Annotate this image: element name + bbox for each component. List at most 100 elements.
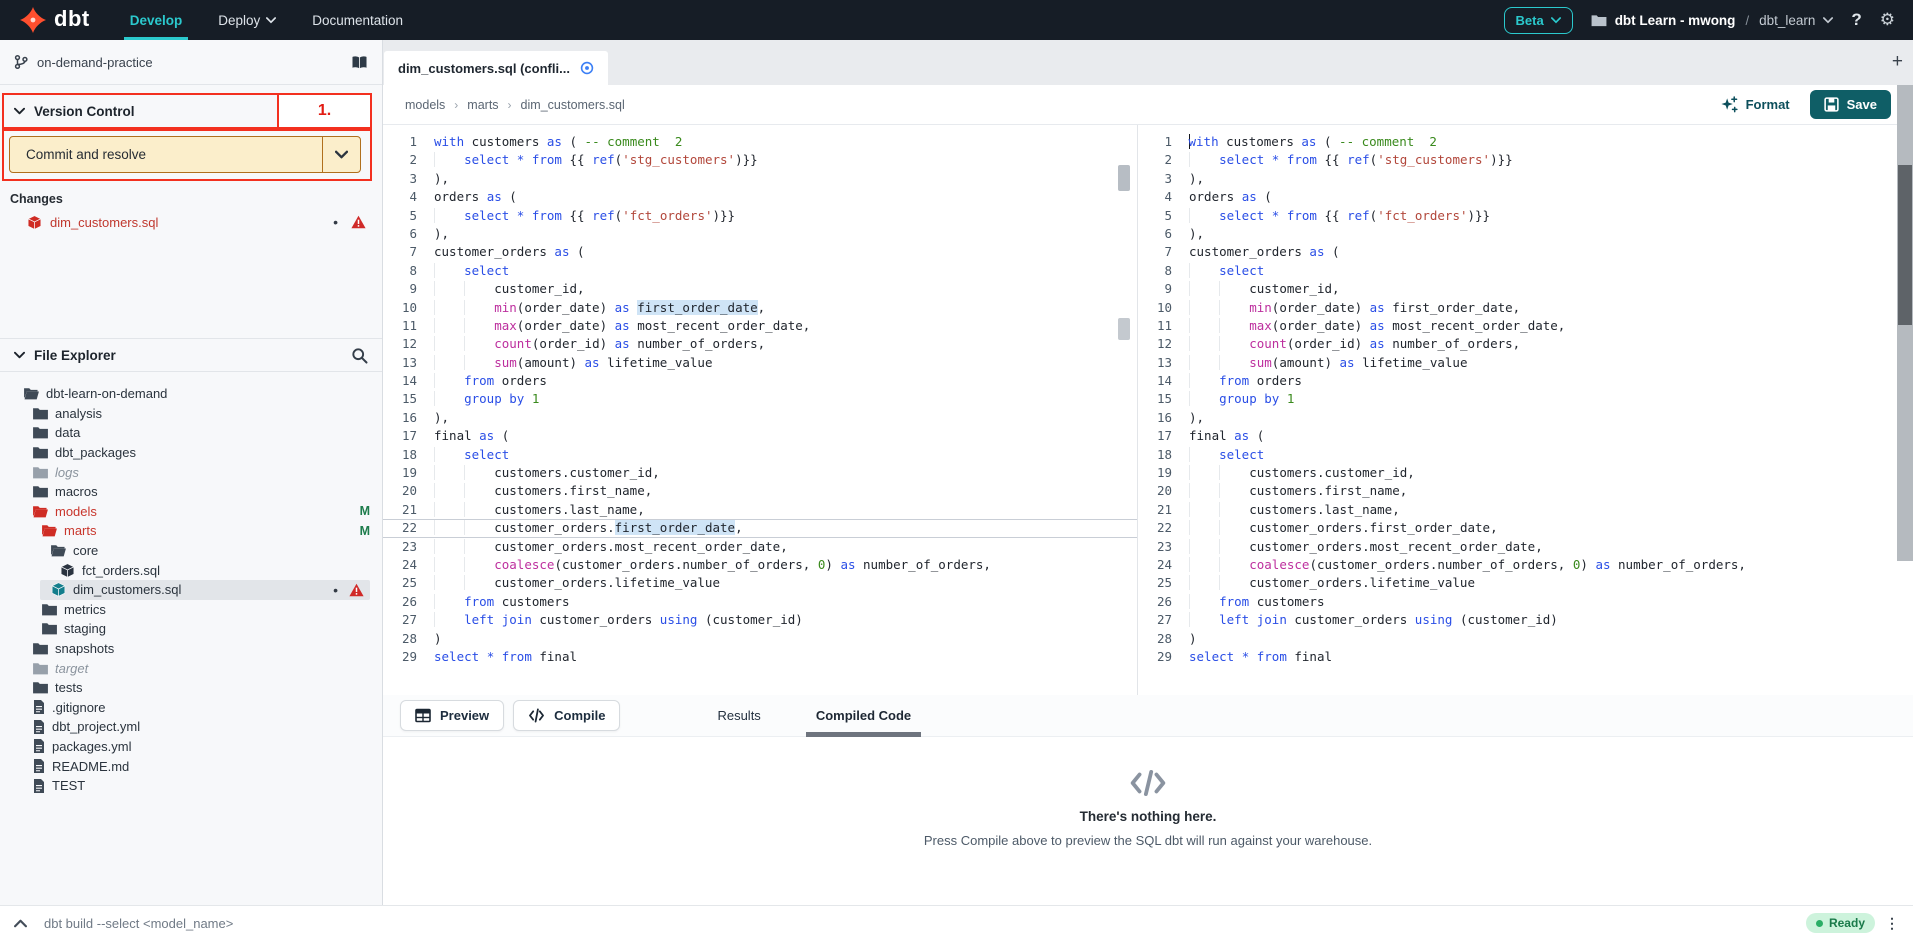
code-line-29[interactable]: 29select * from final [1138, 648, 1913, 666]
preview-button[interactable]: Preview [400, 700, 504, 731]
code-line-6[interactable]: 6), [383, 225, 1137, 243]
tree-folder-dbt-learn-on-demand[interactable]: dbt-learn-on-demand [0, 384, 382, 404]
code-line-13[interactable]: 13 sum(amount) as lifetime_value [383, 354, 1137, 372]
tree-file-dbt-project-yml[interactable]: dbt_project.yml [0, 717, 382, 737]
tree-folder-models[interactable]: modelsM [0, 502, 382, 522]
code-line-14[interactable]: 14 from orders [383, 372, 1137, 390]
tree-folder-logs[interactable]: logs [0, 462, 382, 482]
code-line-24[interactable]: 24 coalesce(customer_orders.number_of_or… [383, 556, 1137, 574]
code-line-24[interactable]: 24 coalesce(customer_orders.number_of_or… [1138, 556, 1913, 574]
tab-dim-customers[interactable]: dim_customers.sql (confli... [384, 51, 608, 85]
editor-pane-left[interactable]: 1with customers as ( -- comment 22 selec… [383, 125, 1137, 695]
commit-options-dropdown[interactable] [322, 137, 360, 172]
code-line-27[interactable]: 27 left join customer_orders using (cust… [1138, 611, 1913, 629]
code-line-26[interactable]: 26 from customers [383, 593, 1137, 611]
code-line-14[interactable]: 14 from orders [1138, 372, 1913, 390]
docs-book-icon[interactable] [351, 55, 368, 70]
command-input[interactable]: dbt build --select <model_name> [44, 916, 233, 931]
code-line-5[interactable]: 5 select * from {{ ref('fct_orders')}} [1138, 207, 1913, 225]
breadcrumb-item[interactable]: marts [467, 98, 498, 112]
code-line-25[interactable]: 25 customer_orders.lifetime_value [383, 574, 1137, 592]
code-line-10[interactable]: 10 min(order_date) as first_order_date, [1138, 299, 1913, 317]
code-line-12[interactable]: 12 count(order_id) as number_of_orders, [383, 335, 1137, 353]
code-line-21[interactable]: 21 customers.last_name, [383, 501, 1137, 519]
code-line-4[interactable]: 4orders as ( [1138, 188, 1913, 206]
code-line-23[interactable]: 23 customer_orders.most_recent_order_dat… [1138, 538, 1913, 556]
code-line-1[interactable]: 1with customers as ( -- comment 2 [383, 133, 1137, 151]
save-button[interactable]: Save [1810, 90, 1891, 119]
account-selector[interactable]: dbt Learn - mwong / dbt_learn [1591, 13, 1834, 28]
new-tab-button[interactable]: + [1892, 52, 1903, 71]
code-line-29[interactable]: 29select * from final [383, 648, 1137, 666]
code-line-16[interactable]: 16), [383, 409, 1137, 427]
vertical-scrollbar[interactable] [1897, 85, 1913, 561]
compile-button[interactable]: Compile [513, 700, 620, 731]
code-line-4[interactable]: 4orders as ( [383, 188, 1137, 206]
beta-dropdown[interactable]: Beta [1504, 7, 1573, 34]
tree-folder-snapshots[interactable]: snapshots [0, 639, 382, 659]
tree-folder-data[interactable]: data [0, 423, 382, 443]
file-explorer-header[interactable]: File Explorer [0, 338, 382, 372]
code-line-28[interactable]: 28) [383, 630, 1137, 648]
code-line-13[interactable]: 13 sum(amount) as lifetime_value [1138, 354, 1913, 372]
tree-file-fct-orders-sql[interactable]: fct_orders.sql [0, 560, 382, 580]
tab-compiled-code[interactable]: Compiled Code [806, 695, 921, 737]
code-line-19[interactable]: 19 customers.customer_id, [1138, 464, 1913, 482]
code-line-18[interactable]: 18 select [1138, 446, 1913, 464]
tree-folder-metrics[interactable]: metrics [0, 600, 382, 620]
chevron-up-icon[interactable] [14, 919, 27, 928]
breadcrumb-item[interactable]: models [405, 98, 445, 112]
nav-develop[interactable]: Develop [130, 0, 183, 40]
code-line-16[interactable]: 16), [1138, 409, 1913, 427]
code-line-6[interactable]: 6), [1138, 225, 1913, 243]
tree-file-readme-md[interactable]: README.md [0, 756, 382, 776]
code-line-18[interactable]: 18 select [383, 446, 1137, 464]
tree-file-dim-customers-sql[interactable]: dim_customers.sql• [0, 580, 382, 600]
code-line-2[interactable]: 2 select * from {{ ref('stg_customers')}… [383, 151, 1137, 169]
tree-folder-dbt-packages[interactable]: dbt_packages [0, 443, 382, 463]
kebab-menu-icon[interactable]: ⋮ [1885, 921, 1899, 925]
code-line-11[interactable]: 11 max(order_date) as most_recent_order_… [1138, 317, 1913, 335]
scrollbar-thumb[interactable] [1898, 165, 1912, 325]
code-line-8[interactable]: 8 select [1138, 262, 1913, 280]
code-line-22[interactable]: 22 customer_orders.first_order_date, [383, 519, 1137, 537]
tree-folder-staging[interactable]: staging [0, 619, 382, 639]
code-line-10[interactable]: 10 min(order_date) as first_order_date, [383, 299, 1137, 317]
tree-folder-tests[interactable]: tests [0, 678, 382, 698]
nav-deploy[interactable]: Deploy [218, 0, 276, 40]
tree-file-test[interactable]: TEST [0, 776, 382, 796]
code-line-1[interactable]: 1with customers as ( -- comment 2 [1138, 133, 1913, 151]
code-line-26[interactable]: 26 from customers [1138, 593, 1913, 611]
changed-file-row[interactable]: dim_customers.sql• [0, 210, 382, 234]
left-pane-scrollbar-thumb[interactable] [1118, 165, 1130, 191]
code-line-15[interactable]: 15 group by 1 [383, 390, 1137, 408]
tree-folder-core[interactable]: core [0, 541, 382, 561]
branch-bar[interactable]: on-demand-practice [0, 40, 382, 85]
code-line-3[interactable]: 3), [1138, 170, 1913, 188]
tree-folder-analysis[interactable]: analysis [0, 404, 382, 424]
code-line-8[interactable]: 8 select [383, 262, 1137, 280]
code-line-23[interactable]: 23 customer_orders.most_recent_order_dat… [383, 538, 1137, 556]
code-line-19[interactable]: 19 customers.customer_id, [383, 464, 1137, 482]
code-line-21[interactable]: 21 customers.last_name, [1138, 501, 1913, 519]
code-line-22[interactable]: 22 customer_orders.first_order_date, [1138, 519, 1913, 537]
tree-file-packages-yml[interactable]: packages.yml [0, 737, 382, 757]
commit-and-resolve-button[interactable]: Commit and resolve [9, 136, 361, 173]
format-button[interactable]: Format [1721, 96, 1790, 113]
code-line-3[interactable]: 3), [383, 170, 1137, 188]
code-line-20[interactable]: 20 customers.first_name, [1138, 482, 1913, 500]
code-line-7[interactable]: 7customer_orders as ( [1138, 243, 1913, 261]
code-line-11[interactable]: 11 max(order_date) as most_recent_order_… [383, 317, 1137, 335]
code-line-9[interactable]: 9 customer_id, [383, 280, 1137, 298]
code-line-7[interactable]: 7customer_orders as ( [383, 243, 1137, 261]
dbt-logo[interactable]: dbt [20, 7, 90, 33]
tree-file--gitignore[interactable]: .gitignore [0, 698, 382, 718]
code-line-9[interactable]: 9 customer_id, [1138, 280, 1913, 298]
breadcrumb-item[interactable]: dim_customers.sql [521, 98, 625, 112]
code-line-25[interactable]: 25 customer_orders.lifetime_value [1138, 574, 1913, 592]
code-line-5[interactable]: 5 select * from {{ ref('fct_orders')}} [383, 207, 1137, 225]
code-line-17[interactable]: 17final as ( [383, 427, 1137, 445]
code-line-2[interactable]: 2 select * from {{ ref('stg_customers')}… [1138, 151, 1913, 169]
nav-documentation[interactable]: Documentation [312, 0, 403, 40]
tree-folder-target[interactable]: target [0, 658, 382, 678]
